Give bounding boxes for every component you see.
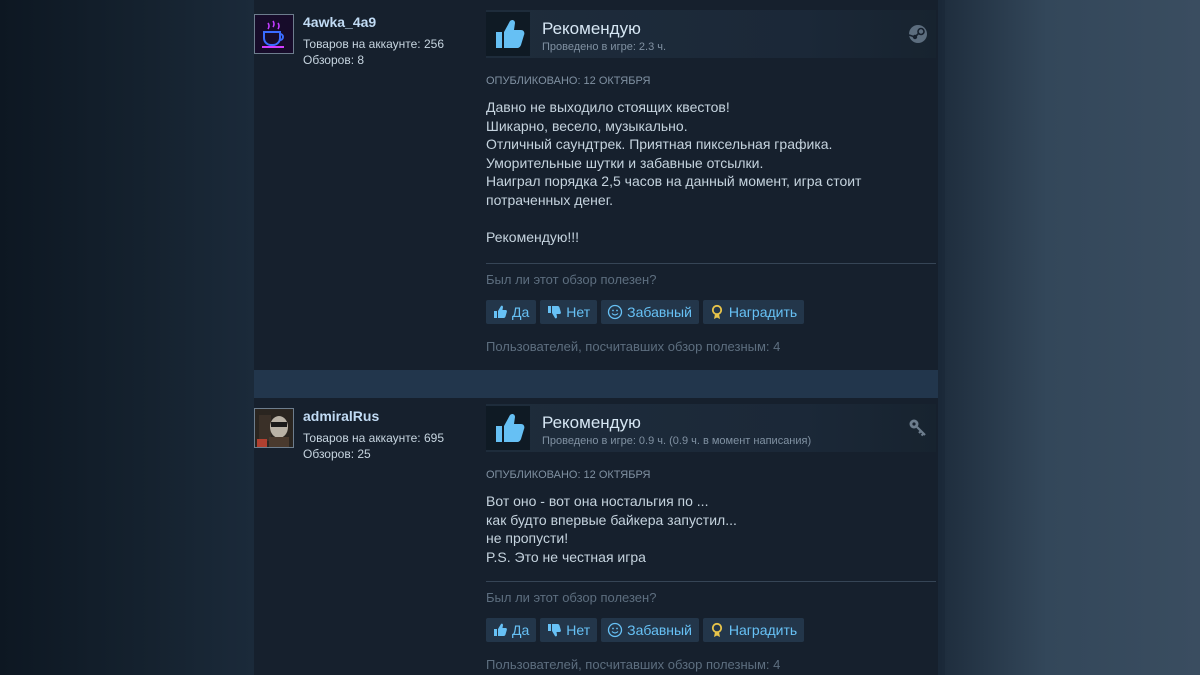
username[interactable]: admiralRus: [303, 408, 379, 424]
vote-no-label: Нет: [566, 622, 591, 638]
review-line: P.S. Это не честная игра: [486, 548, 646, 565]
review-line: Шикарно, весело, музыкально.: [486, 117, 688, 134]
review-line: Вот оно - вот она ностальгия по ...: [486, 493, 709, 509]
thumbs-up-icon: [486, 12, 530, 56]
vote-funny-button[interactable]: Забавный: [601, 300, 699, 324]
helpful-count: Пользователей, посчитавших обзор полезны…: [486, 657, 781, 672]
helpful-question: Был ли этот обзор полезен?: [486, 272, 657, 287]
thumbs-up-icon: [492, 622, 508, 638]
products-count[interactable]: Товаров на аккаунте: 256: [303, 37, 444, 51]
vote-yes-label: Да: [512, 622, 530, 638]
username[interactable]: 4awka_4a9: [303, 14, 376, 30]
thumbs-down-icon: [546, 304, 562, 320]
review-line: Давно не выходило стоящих квестов!: [486, 99, 730, 115]
smiley-icon: [607, 304, 623, 320]
review-separator: [254, 370, 938, 398]
vote-yes-label: Да: [512, 304, 530, 320]
playtime: Проведено в игре: 0.9 ч. (0.9 ч. в момен…: [542, 435, 812, 447]
vote-no-button[interactable]: Нет: [540, 300, 598, 324]
verdict-title: Рекомендую: [542, 19, 641, 38]
review-line: Отличный саундтрек. Приятная пиксельная …: [486, 136, 833, 152]
award-button[interactable]: Наградить: [702, 300, 805, 324]
vote-buttons: Да Нет Забавный Наградить: [486, 618, 805, 642]
left-background: [0, 0, 254, 675]
right-background: [945, 0, 1200, 675]
vote-yes-button[interactable]: Да: [486, 300, 537, 324]
divider: [486, 263, 936, 264]
reviews-count[interactable]: Обзоров: 25: [303, 447, 371, 461]
vote-no-button[interactable]: Нет: [540, 618, 598, 642]
products-count[interactable]: Товаров на аккаунте: 695: [303, 431, 444, 445]
review-verdict[interactable]: Рекомендую Проведено в игре: 0.9 ч. (0.9…: [486, 404, 936, 452]
award-button[interactable]: Наградить: [702, 618, 805, 642]
vote-funny-button[interactable]: Забавный: [601, 618, 699, 642]
playtime: Проведено в игре: 2.3 ч.: [542, 41, 667, 53]
avatar[interactable]: [254, 14, 294, 54]
vote-yes-button[interactable]: Да: [486, 618, 537, 642]
thumbs-up-icon: [492, 304, 508, 320]
thumbs-up-icon: [486, 406, 530, 450]
review-line: как будто впервые байкера запустил...: [486, 511, 737, 528]
vote-no-label: Нет: [566, 304, 591, 320]
review-line: потраченных денег.: [486, 191, 613, 208]
helpful-question: Был ли этот обзор полезен?: [486, 590, 657, 605]
steam-logo-icon: [908, 24, 928, 44]
award-ribbon-icon: [709, 622, 725, 638]
award-label: Наградить: [728, 304, 798, 320]
posted-date: ОПУБЛИКОВАНО: 12 ОКТЯБРЯ: [486, 75, 651, 87]
smiley-icon: [607, 622, 623, 638]
key-icon: [908, 418, 928, 438]
review-line: [486, 209, 926, 228]
reviews-count[interactable]: Обзоров: 8: [303, 53, 364, 67]
review-card: admiralRus Товаров на аккаунте: 695 Обзо…: [254, 398, 938, 675]
review-verdict[interactable]: Рекомендую Проведено в игре: 2.3 ч.: [486, 10, 936, 58]
vote-funny-label: Забавный: [627, 304, 692, 320]
divider: [486, 581, 936, 582]
thumbs-down-icon: [546, 622, 562, 638]
award-label: Наградить: [728, 622, 798, 638]
review-line: не пропусти!: [486, 530, 569, 546]
review-content: Вот оно - вот она ностальгия по ... как …: [486, 492, 926, 566]
award-ribbon-icon: [709, 304, 725, 320]
vote-buttons: Да Нет Забавный Наградить: [486, 300, 805, 324]
vote-funny-label: Забавный: [627, 622, 692, 638]
review-line: Рекомендую!!!: [486, 228, 580, 245]
review-card: 4awka_4a9 Товаров на аккаунте: 256 Обзор…: [254, 0, 938, 370]
avatar[interactable]: [254, 408, 294, 448]
review-line: Уморительные шутки и забавные отсылки.: [486, 154, 764, 171]
review-content: Давно не выходило стоящих квестов! Шикар…: [486, 98, 926, 246]
review-line: Наиграл порядка 2,5 часов на данный моме…: [486, 173, 862, 189]
verdict-title: Рекомендую: [542, 413, 641, 432]
helpful-count: Пользователей, посчитавших обзор полезны…: [486, 339, 781, 354]
posted-date: ОПУБЛИКОВАНО: 12 ОКТЯБРЯ: [486, 469, 651, 481]
